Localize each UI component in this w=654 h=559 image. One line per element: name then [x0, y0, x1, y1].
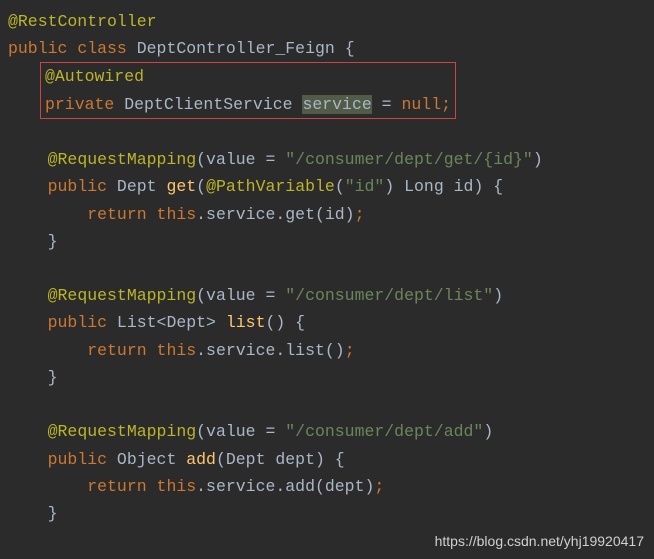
- method-list: list: [226, 313, 266, 332]
- selected-identifier: service: [302, 95, 371, 114]
- equals: =: [372, 95, 402, 114]
- keyword-public: public: [48, 177, 107, 196]
- sig-rest: ) Long id) {: [384, 177, 503, 196]
- method-get: get: [166, 177, 196, 196]
- paren-close: ): [493, 286, 503, 305]
- string-id: "id": [345, 177, 385, 196]
- keyword-this: this: [147, 205, 197, 224]
- method-add: add: [186, 450, 216, 469]
- return-type: List<Dept>: [107, 313, 226, 332]
- call-chain: .service.list(): [196, 341, 345, 360]
- annotation-restcontroller: @RestController: [8, 12, 157, 31]
- paren: (value =: [196, 150, 285, 169]
- keyword-null: null: [401, 95, 441, 114]
- sig-rest: () {: [265, 313, 305, 332]
- call-chain: .service.add(dept): [196, 477, 374, 496]
- semicolon: ;: [345, 341, 355, 360]
- call-chain: .service.get(id): [196, 205, 354, 224]
- keyword-private: private: [45, 95, 114, 114]
- string-url-2: "/consumer/dept/list": [285, 286, 493, 305]
- paren: (: [335, 177, 345, 196]
- annotation-pathvariable: @PathVariable: [206, 177, 335, 196]
- brace-close: }: [48, 504, 58, 523]
- keyword-return: return: [87, 477, 146, 496]
- semicolon: ;: [374, 477, 384, 496]
- paren: (: [196, 177, 206, 196]
- annotation-requestmapping-2: @RequestMapping: [48, 286, 197, 305]
- type-deptclientservice: DeptClientService: [114, 95, 302, 114]
- code-block: @RestController public class DeptControl…: [8, 8, 654, 527]
- keyword-public: public: [48, 313, 107, 332]
- watermark-text: https://blog.csdn.net/yhj19920417: [435, 530, 644, 553]
- keyword-this: this: [147, 477, 197, 496]
- return-type: Object: [107, 450, 186, 469]
- keyword-return: return: [87, 341, 146, 360]
- highlighted-field-box: @Autowired private DeptClientService ser…: [40, 62, 456, 118]
- keyword-public: public: [8, 39, 67, 58]
- paren: (value =: [196, 422, 285, 441]
- keyword-this: this: [147, 341, 197, 360]
- brace-close: }: [48, 232, 58, 251]
- brace-close: }: [48, 368, 58, 387]
- string-url-3: "/consumer/dept/add": [285, 422, 483, 441]
- semicolon: ;: [355, 205, 365, 224]
- class-name: DeptController_Feign: [137, 39, 335, 58]
- paren-close: ): [483, 422, 493, 441]
- annotation-requestmapping-3: @RequestMapping: [48, 422, 197, 441]
- keyword-public: public: [48, 450, 107, 469]
- annotation-autowired: @Autowired: [45, 67, 144, 86]
- keyword-return: return: [87, 205, 146, 224]
- paren: (value =: [196, 286, 285, 305]
- keyword-class: class: [77, 39, 127, 58]
- return-type: Dept: [107, 177, 166, 196]
- paren-close: ): [533, 150, 543, 169]
- brace-open: {: [335, 39, 355, 58]
- sig-rest: (Dept dept) {: [216, 450, 345, 469]
- string-url-1: "/consumer/dept/get/{id}": [285, 150, 533, 169]
- semicolon: ;: [441, 95, 451, 114]
- annotation-requestmapping-1: @RequestMapping: [48, 150, 197, 169]
